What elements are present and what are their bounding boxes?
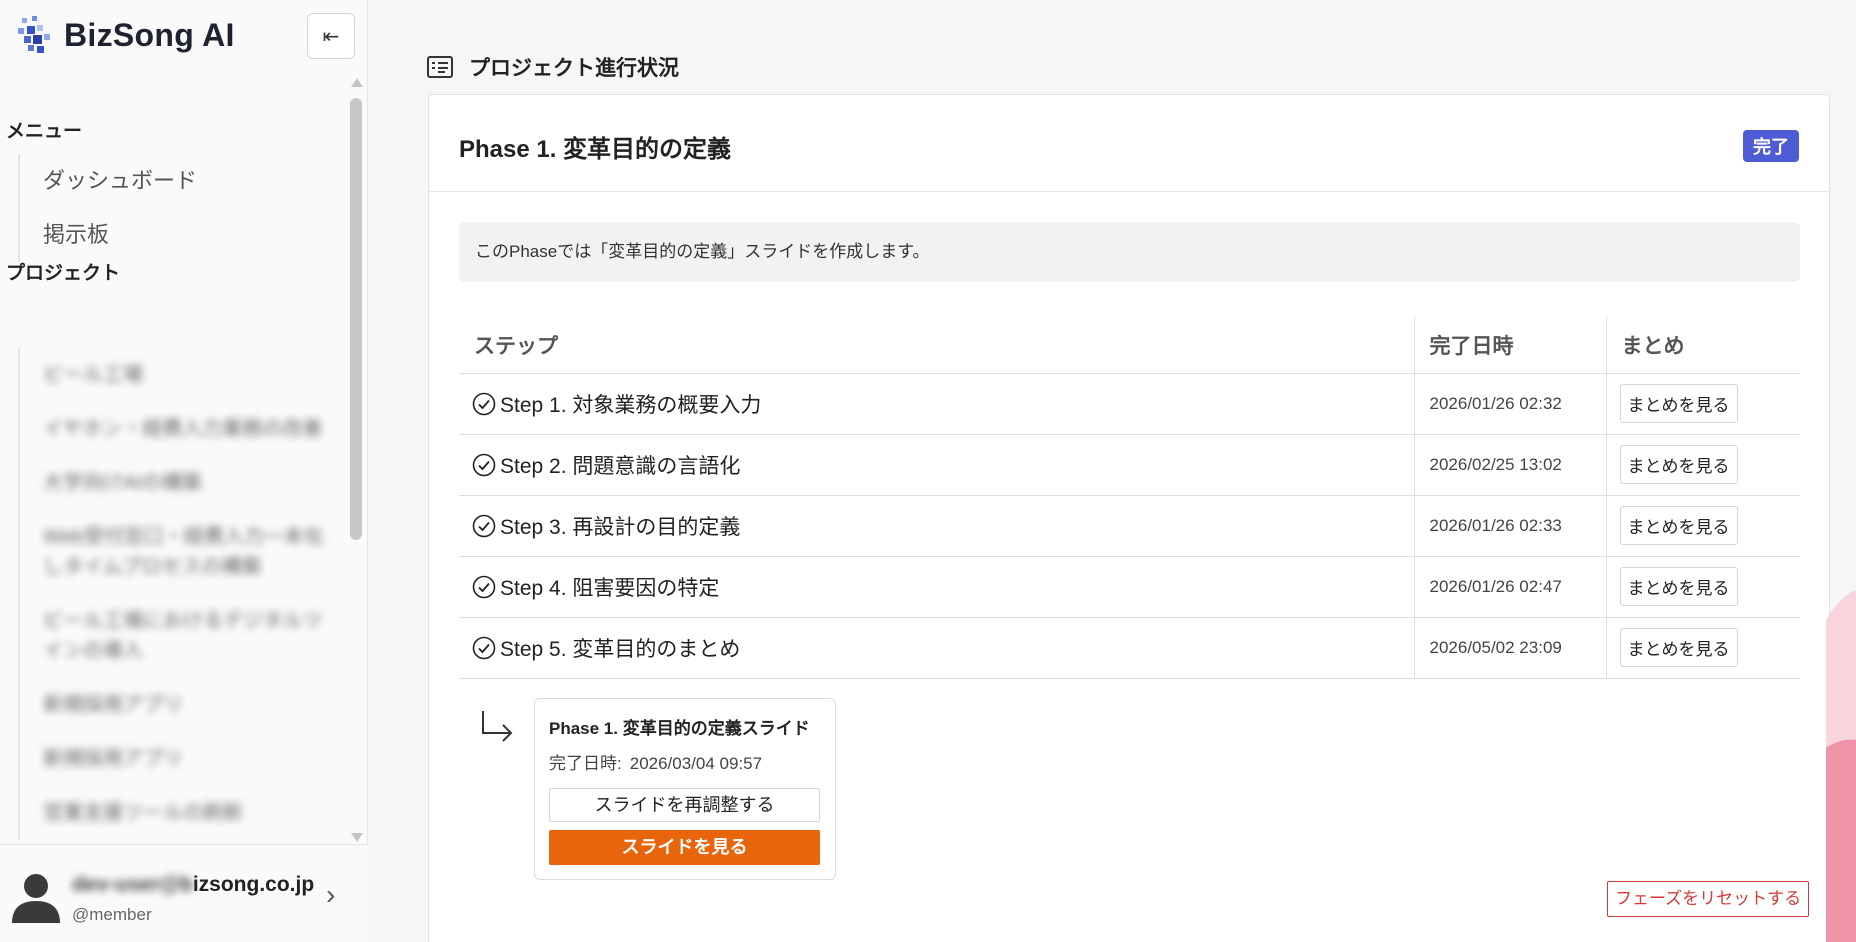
- view-summary-button[interactable]: まとめを見る: [1619, 506, 1738, 545]
- user-account-bar[interactable]: dev-user@bizsong.co.jp @member ›: [0, 844, 368, 942]
- check-circle-icon: [472, 575, 496, 598]
- menu-list: ダッシュボード 掲示板: [18, 154, 197, 262]
- step-date: 2026/01/26 02:47: [1413, 556, 1606, 618]
- project-item[interactable]: 新規採用アプリ: [20, 732, 348, 786]
- phase-card-header: Phase 1. 変革目的の定義 完了: [429, 95, 1829, 192]
- decorative-shape: [1826, 590, 1856, 942]
- project-list: ビール工場 イヤホン・経費入力業務の改善 大学向けAIの構築 Web受付窓口・経…: [18, 348, 348, 840]
- scroll-down-arrow-icon[interactable]: [351, 833, 363, 842]
- project-item[interactable]: ビール工場におけるデジタルツインの導入: [20, 594, 348, 678]
- return-arrow-icon: [482, 711, 513, 742]
- project-item[interactable]: ビール工場: [20, 348, 348, 402]
- reset-phase-button[interactable]: フェーズをリセットする: [1607, 881, 1810, 917]
- view-summary-button[interactable]: まとめを見る: [1619, 628, 1738, 667]
- main-content: プロジェクト進行状況 Phase 1. 変革目的の定義 完了 このPhaseでは…: [369, 0, 1856, 942]
- column-header-step: ステップ: [459, 317, 1414, 374]
- project-item[interactable]: イヤホン・経費入力業務の改善: [20, 402, 348, 456]
- user-email-visible: izsong.co.jp: [192, 873, 315, 896]
- view-slide-button[interactable]: スライドを見る: [549, 830, 820, 865]
- check-circle-icon: [472, 514, 496, 537]
- status-badge: 完了: [1743, 130, 1799, 162]
- table-row: Step 2. 問題意識の言語化 2026/02/25 13:02 まとめを見る: [459, 434, 1800, 496]
- project-item[interactable]: 大学向けAIの構築: [20, 456, 348, 510]
- slide-date-value: 2026/03/04 09:57: [629, 754, 763, 773]
- table-row: Step 1. 対象業務の概要入力 2026/01/26 02:32 まとめを見…: [459, 373, 1800, 435]
- step-date: 2026/02/25 13:02: [1413, 434, 1606, 496]
- column-header-summary: まとめ: [1605, 317, 1800, 374]
- user-email: dev-user@bizsong.co.jp: [72, 873, 314, 897]
- scrollbar-thumb[interactable]: [350, 98, 362, 540]
- table-row: Step 3. 再設計の目的定義 2026/01/26 02:33 まとめを見る: [459, 495, 1800, 557]
- step-date: 2026/05/02 23:09: [1413, 617, 1606, 679]
- project-item[interactable]: 新規採用アプリ: [20, 678, 348, 732]
- step-date: 2026/01/26 02:33: [1413, 495, 1606, 557]
- page-header: プロジェクト進行状況: [427, 52, 679, 82]
- step-label: Step 5. 変革目的のまとめ: [500, 637, 741, 661]
- sidebar-item-dashboard[interactable]: ダッシュボード: [20, 154, 197, 208]
- project-item[interactable]: 営業支援ツールの刷新: [20, 786, 348, 840]
- sidebar: BizSong AI ⇤ メニュー ダッシュボード 掲示板 プロジェクト ビール…: [0, 0, 368, 942]
- sidebar-item-bulletin-board[interactable]: 掲示板: [20, 208, 197, 262]
- projects-section-title: プロジェクト: [6, 263, 121, 284]
- view-summary-button[interactable]: まとめを見る: [1619, 384, 1738, 423]
- phase-title: Phase 1. 変革目的の定義: [459, 136, 732, 163]
- sidebar-scrollbar[interactable]: [349, 78, 363, 842]
- menu-section-title: メニュー: [6, 121, 83, 142]
- collapse-icon: ⇤: [322, 25, 340, 48]
- collapse-sidebar-button[interactable]: ⇤: [307, 13, 355, 59]
- step-date: 2026/01/26 02:32: [1413, 373, 1606, 435]
- table-header-row: ステップ 完了日時 まとめ: [459, 317, 1800, 374]
- user-avatar-icon: [12, 874, 60, 923]
- phase-card: Phase 1. 変革目的の定義 完了 このPhaseでは「変革目的の定義」スラ…: [428, 94, 1830, 942]
- slide-card: Phase 1. 変革目的の定義スライド 完了日時: 2026/03/04 09:…: [534, 698, 836, 880]
- page-title: プロジェクト進行状況: [469, 57, 679, 80]
- slide-completed-date: 完了日時: 2026/03/04 09:57: [549, 749, 770, 774]
- brand[interactable]: BizSong AI: [18, 16, 235, 54]
- brand-logo-icon: [18, 16, 50, 53]
- step-label: Step 1. 対象業務の概要入力: [500, 393, 762, 417]
- slide-title: Phase 1. 変革目的の定義スライド: [549, 719, 810, 738]
- step-label: Step 4. 阻害要因の特定: [500, 576, 720, 600]
- step-label: Step 3. 再設計の目的定義: [500, 515, 741, 539]
- project-item[interactable]: Web受付窓口・経費入力一本化しタイムプロセスの構築: [20, 510, 348, 594]
- scroll-up-arrow-icon[interactable]: [351, 78, 363, 87]
- sidebar-scroll-area[interactable]: メニュー ダッシュボード 掲示板 プロジェクト ビール工場 イヤホン・経費入力業…: [0, 78, 368, 842]
- view-summary-button[interactable]: まとめを見る: [1619, 445, 1738, 484]
- table-row: Step 4. 阻害要因の特定 2026/01/26 02:47 まとめを見る: [459, 556, 1800, 618]
- brand-name: BizSong AI: [64, 16, 235, 53]
- checklist-icon: [427, 56, 453, 78]
- user-role: @member: [72, 905, 152, 924]
- chevron-right-icon[interactable]: ›: [326, 879, 335, 911]
- check-circle-icon: [472, 392, 496, 415]
- slide-date-label: 完了日時:: [549, 754, 622, 773]
- user-email-hidden: dev-user@b: [72, 873, 193, 896]
- check-circle-icon: [472, 636, 496, 659]
- table-row: Step 5. 変革目的のまとめ 2026/05/02 23:09 まとめを見る: [459, 617, 1800, 679]
- check-circle-icon: [472, 453, 496, 476]
- step-label: Step 2. 問題意識の言語化: [500, 454, 741, 478]
- column-header-date: 完了日時: [1413, 317, 1606, 374]
- steps-table: ステップ 完了日時 まとめ Step 1. 対象業務の概要入力 2026/01/…: [459, 317, 1800, 679]
- view-summary-button[interactable]: まとめを見る: [1619, 567, 1738, 606]
- phase-description: このPhaseでは「変革目的の定義」スライドを作成します。: [459, 222, 1800, 282]
- readjust-slide-button[interactable]: スライドを再調整する: [549, 788, 820, 822]
